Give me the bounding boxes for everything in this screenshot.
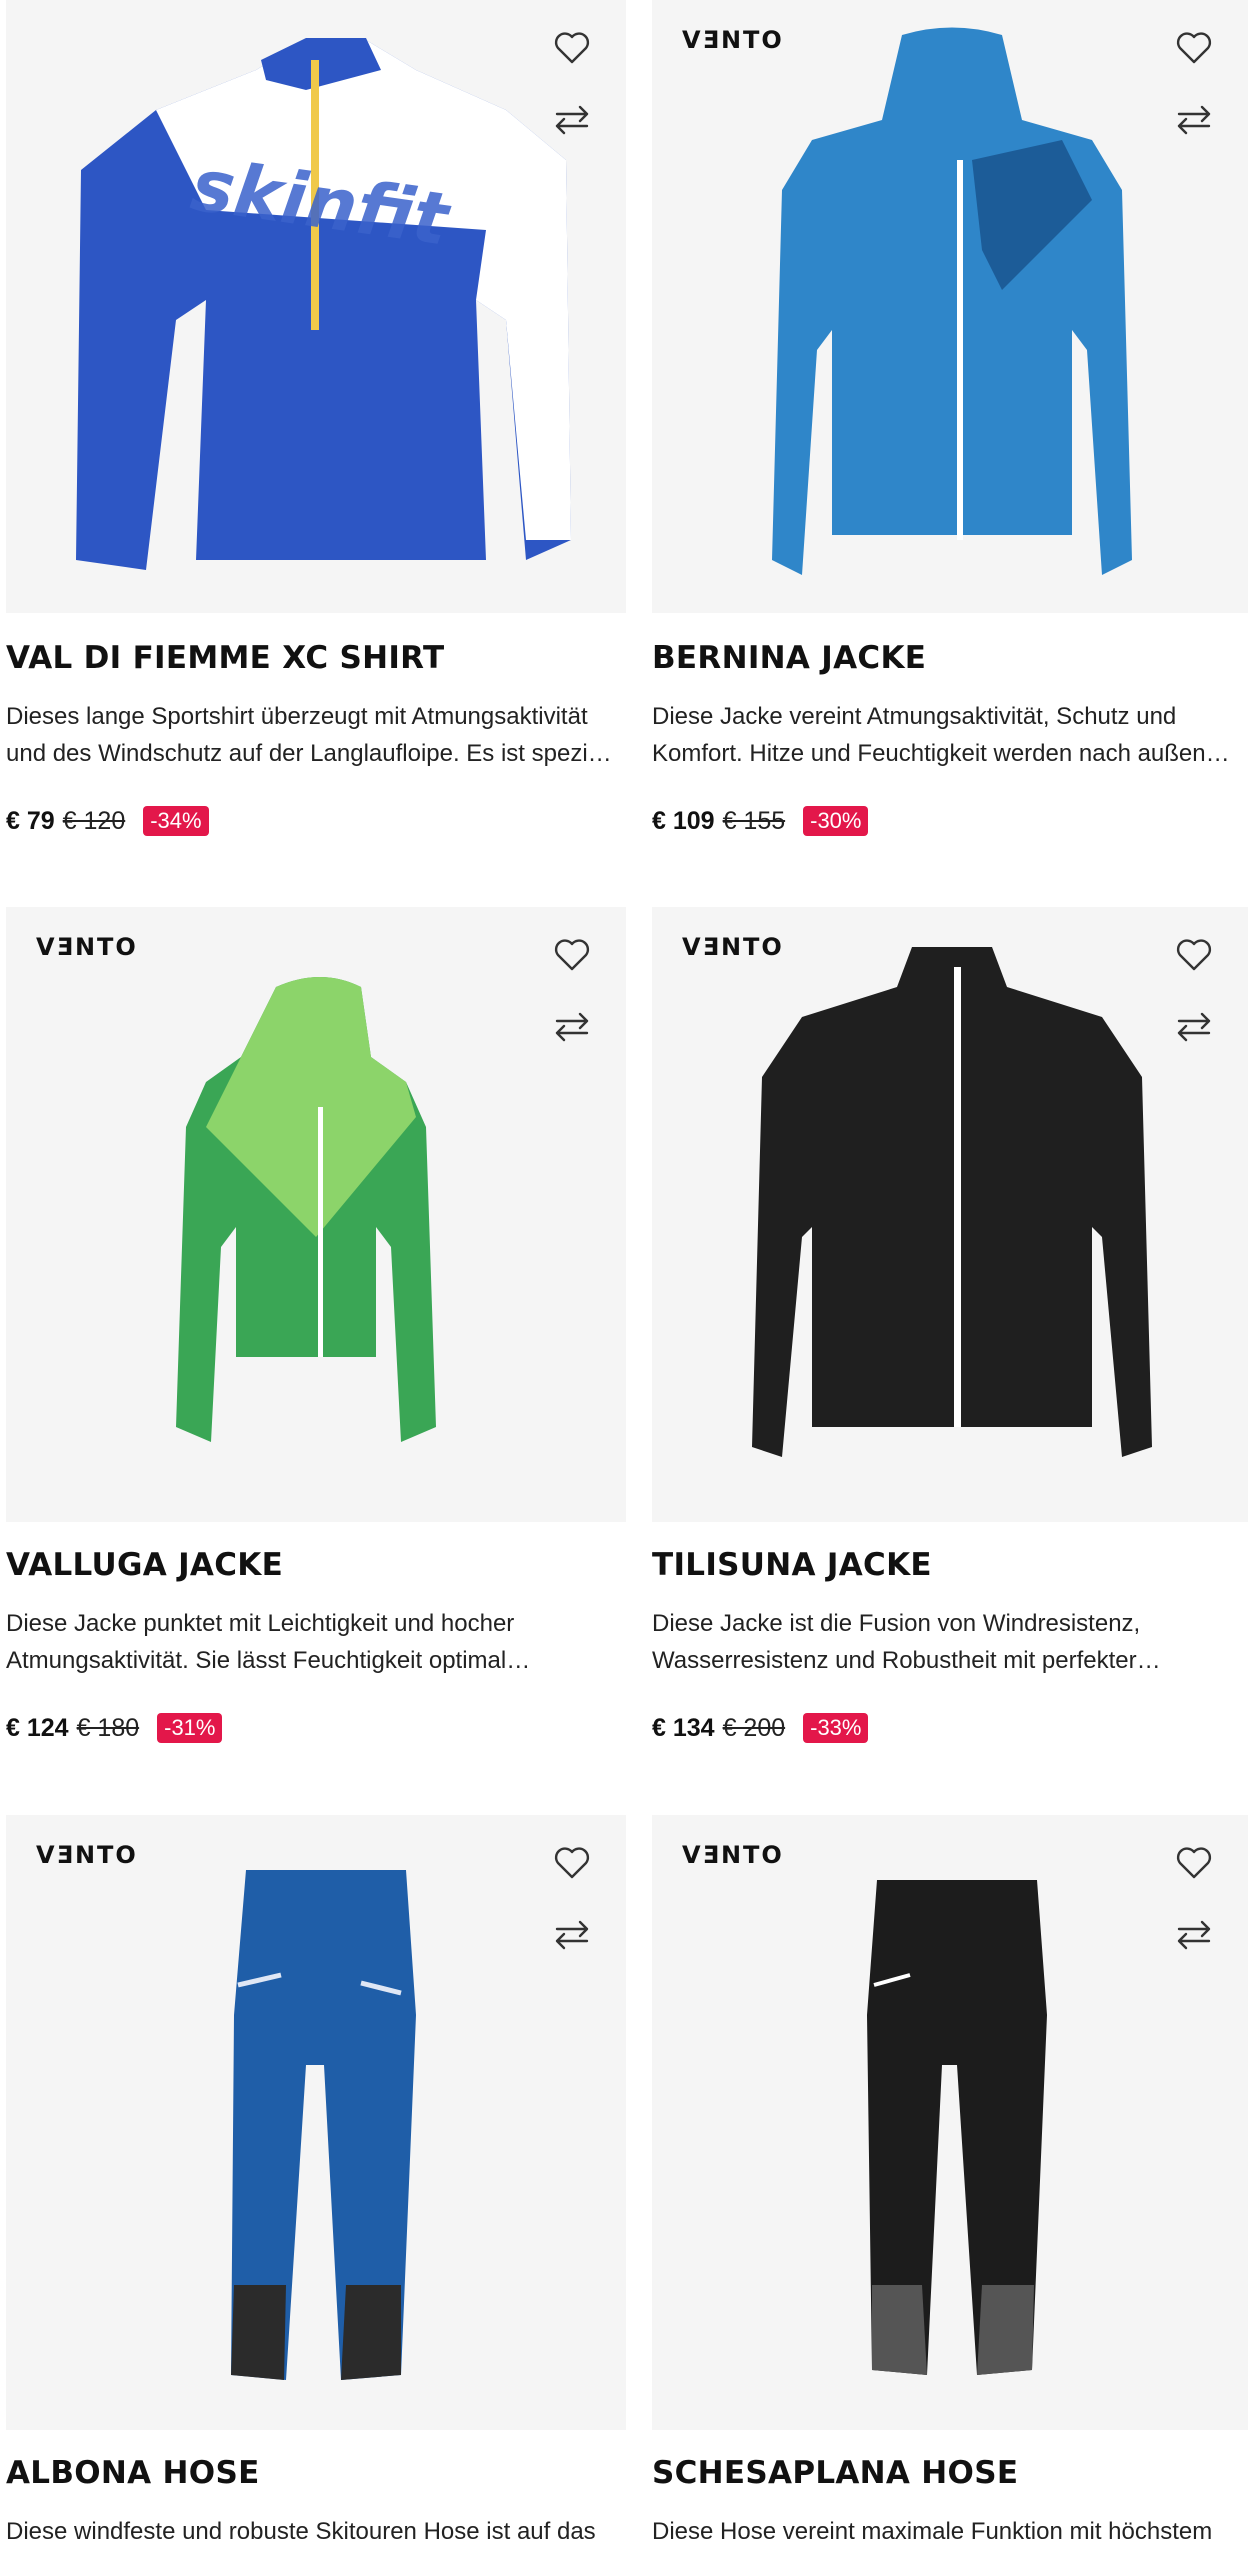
compare-button[interactable] [1172,1005,1216,1049]
discount-badge: -31% [157,1713,223,1743]
compare-arrows-icon [1177,105,1211,135]
original-price: € 155 [722,806,786,835]
price-row: € 109 € 155 -30% [652,803,869,839]
favorite-button[interactable] [550,933,594,977]
original-price: € 120 [62,806,126,835]
product-image[interactable]: VƎNTO [652,0,1248,613]
price-row: € 79 € 120 -34% [6,803,209,839]
compare-arrows-icon [555,105,589,135]
product-card[interactable]: VƎNTO VALLUGA JACKE Diese Jacke punktet … [6,907,626,1743]
favorite-button[interactable] [550,26,594,70]
favorite-button[interactable] [1172,933,1216,977]
current-price: € 124 [6,1713,69,1742]
pants-image [867,1880,1047,2375]
heart-icon [554,1847,590,1879]
compare-button[interactable] [550,98,594,142]
jacket-image [176,977,436,1442]
compare-arrows-icon [555,1012,589,1042]
product-card[interactable]: skinfit VAL DI FIEMME XC SHIRT Dieses la… [6,0,626,836]
pants-image [231,1870,416,2380]
compare-button[interactable] [550,1005,594,1049]
heart-icon [554,939,590,971]
product-description: Diese Jacke ist die Fusion von Windresis… [652,1610,1161,1674]
product-description: Diese Jacke punktet mit Leichtigkeit und… [6,1610,531,1674]
product-image[interactable]: VƎNTO [6,907,626,1522]
product-card[interactable]: VƎNTO BERNINA JACKE Diese Jacke vereint … [652,0,1248,836]
product-card[interactable]: VƎNTO SCHESAPLANA HOSE Diese Hose verein… [652,1815,1248,2545]
current-price: € 134 [652,1713,715,1742]
product-description: Diese Jacke vereint Atmungsaktivität, Sc… [652,703,1230,767]
compare-button[interactable] [1172,98,1216,142]
original-price: € 200 [722,1713,786,1742]
product-grid: skinfit VAL DI FIEMME XC SHIRT Dieses la… [0,0,1250,2568]
price-row: € 124 € 180 -31% [6,1710,223,1746]
product-card[interactable]: VƎNTO ALBONA HOSE Diese windfeste und ro… [6,1815,626,2545]
current-price: € 109 [652,806,715,835]
shirt-image: skinfit [76,38,571,570]
product-description: Diese windfeste und robuste Skitouren Ho… [6,2518,596,2545]
heart-icon [554,32,590,64]
compare-button[interactable] [1172,1913,1216,1957]
product-image[interactable]: VƎNTO [652,1815,1248,2430]
product-title[interactable]: VALLUGA JACKE [6,1547,283,1583]
favorite-button[interactable] [550,1841,594,1885]
discount-badge: -30% [803,806,869,836]
product-image[interactable]: VƎNTO [652,907,1248,1522]
compare-arrows-icon [1177,1920,1211,1950]
product-title[interactable]: VAL DI FIEMME XC SHIRT [6,640,444,676]
compare-arrows-icon [1177,1012,1211,1042]
heart-icon [1176,939,1212,971]
discount-badge: -34% [143,806,209,836]
product-image[interactable]: VƎNTO [6,1815,626,2430]
product-title[interactable]: ALBONA HOSE [6,2455,260,2491]
product-description: Diese Hose vereint maximale Funktion mit… [652,2518,1213,2545]
compare-button[interactable] [550,1913,594,1957]
heart-icon [1176,32,1212,64]
price-row: € 134 € 200 -33% [652,1710,869,1746]
product-title[interactable]: BERNINA JACKE [652,640,926,676]
product-description: Dieses lange Sportshirt überzeugt mit At… [6,703,612,767]
favorite-button[interactable] [1172,26,1216,70]
product-card[interactable]: VƎNTO TILISUNA JACKE Diese Jacke ist die… [652,907,1248,1743]
product-image[interactable]: skinfit [6,0,626,613]
product-title[interactable]: TILISUNA JACKE [652,1547,932,1583]
favorite-button[interactable] [1172,1841,1216,1885]
jacket-image [772,27,1132,575]
jacket-image [752,947,1152,1457]
original-price: € 180 [76,1713,140,1742]
compare-arrows-icon [555,1920,589,1950]
discount-badge: -33% [803,1713,869,1743]
current-price: € 79 [6,806,55,835]
heart-icon [1176,1847,1212,1879]
product-title[interactable]: SCHESAPLANA HOSE [652,2455,1018,2491]
